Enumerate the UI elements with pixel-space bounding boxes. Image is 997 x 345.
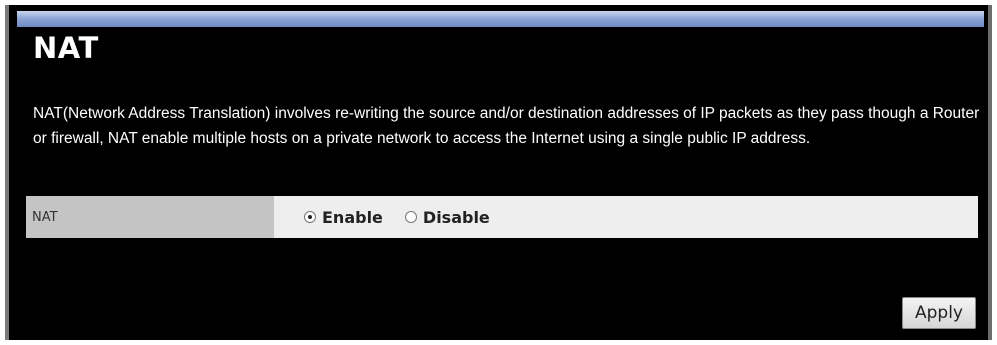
- header-bar: [17, 11, 984, 27]
- nat-disable-label[interactable]: Disable: [423, 208, 490, 227]
- nat-disable-option[interactable]: Disable: [404, 208, 490, 227]
- nat-enable-label[interactable]: Enable: [322, 208, 383, 227]
- page-title: NAT: [33, 31, 99, 65]
- nat-setting-options: Enable Disable: [274, 196, 978, 238]
- radio-selected-dot: [308, 215, 312, 219]
- nat-enable-option[interactable]: Enable: [304, 208, 383, 227]
- nat-enable-radio[interactable]: [304, 211, 316, 223]
- nat-setting-label: NAT: [26, 196, 274, 238]
- nat-panel: NAT NAT(Network Address Translation) inv…: [5, 5, 992, 340]
- nat-setting-row: NAT Enable Disable: [26, 196, 978, 238]
- apply-button[interactable]: Apply: [902, 297, 976, 329]
- nat-disable-radio[interactable]: [404, 211, 417, 223]
- page-description: NAT(Network Address Translation) involve…: [33, 105, 980, 147]
